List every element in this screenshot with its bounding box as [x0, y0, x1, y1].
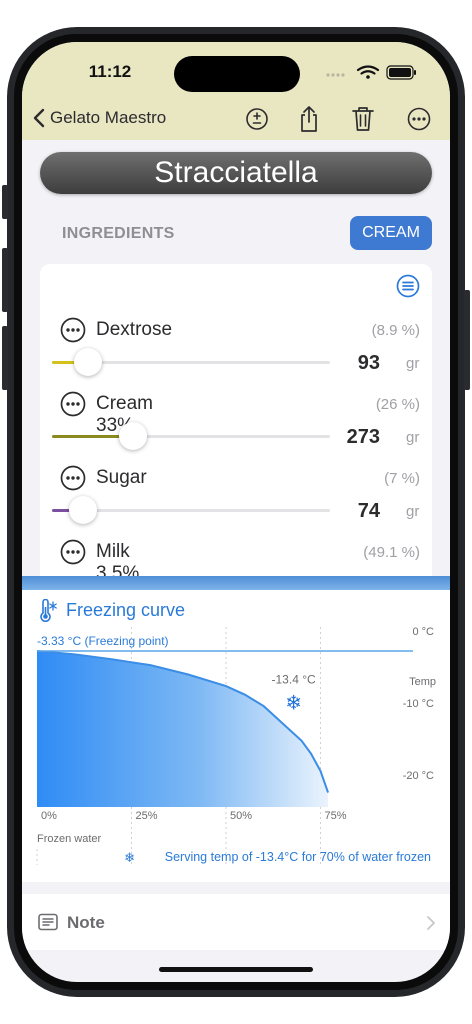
ingredient-name: Dextrose — [96, 319, 173, 340]
ingredient-percent: (7 %) — [384, 470, 420, 487]
wifi-icon — [356, 65, 380, 79]
serving-temp-caption: Serving temp of -13.4°C for 70% of water… — [165, 850, 431, 864]
cream-mode-button[interactable]: CREAM — [350, 216, 432, 250]
ingredient-amount[interactable]: 273 — [310, 426, 380, 449]
ingredient-amount[interactable]: 74 — [310, 500, 380, 523]
ingredient-percent: (26 %) — [375, 396, 420, 413]
plus-minus-button[interactable] — [242, 104, 272, 134]
snowflake-icon: ❄ — [124, 850, 135, 865]
ingredient-percent: (49.1 %) — [363, 544, 420, 561]
x-tick-label: 25% — [136, 810, 158, 822]
ingredient-unit: gr — [406, 429, 420, 446]
silent-switch — [2, 185, 8, 219]
y-tick-label: -10 °C — [403, 698, 434, 710]
power-button — [464, 290, 470, 390]
delete-button[interactable] — [348, 104, 378, 134]
x-tick-label: 0% — [41, 810, 57, 822]
chevron-right-icon — [427, 916, 435, 930]
ingredient-options-icon[interactable] — [60, 317, 86, 343]
ingredient-options-icon[interactable] — [60, 391, 86, 417]
status-icons — [326, 65, 416, 80]
home-indicator — [159, 967, 313, 972]
ingredient-unit: gr — [406, 355, 420, 372]
y-tick-label: -20 °C — [403, 770, 434, 782]
x-tick-label: 75% — [325, 810, 347, 822]
ingredients-heading: INGREDIENTS — [62, 225, 175, 242]
ingredient-amount[interactable]: 93 — [310, 352, 380, 375]
amount-slider-thumb[interactable] — [74, 348, 103, 376]
more-button[interactable] — [404, 104, 434, 134]
share-button[interactable] — [294, 104, 324, 134]
recipe-title[interactable]: Stracciatella — [40, 152, 432, 194]
dynamic-island — [174, 56, 300, 92]
snowflake-marker-icon: ❄ — [285, 692, 302, 714]
status-time: 11:12 — [88, 62, 132, 81]
screen: 11:12 Gelato Maestro Stracciatella INGRE… — [22, 42, 450, 982]
volume-down-button — [2, 326, 8, 390]
note-icon — [38, 913, 58, 931]
recipe-title-text: Stracciatella — [154, 156, 318, 189]
volume-up-button — [2, 248, 8, 312]
note-label: Note — [67, 913, 105, 932]
y-tick-label: 0 °C — [412, 627, 434, 638]
trash-icon — [352, 107, 374, 131]
x-tick-label: 50% — [230, 810, 252, 822]
panel-divider — [22, 576, 450, 590]
amount-slider-thumb[interactable] — [118, 422, 147, 450]
marker-label: -13.4 °C — [272, 672, 316, 686]
ingredient-name: Sugar — [96, 467, 147, 488]
list-menu-icon[interactable] — [396, 274, 420, 298]
x-axis-title: Frozen water — [37, 833, 102, 845]
ingredient-options-icon[interactable] — [60, 465, 86, 491]
plus-minus-icon — [246, 108, 268, 130]
chevron-left-icon — [33, 108, 45, 128]
y-axis-title: Temp — [409, 676, 436, 688]
back-button[interactable]: Gelato Maestro — [32, 106, 166, 130]
amount-slider-thumb[interactable] — [68, 496, 97, 524]
share-icon — [301, 106, 317, 132]
ingredient-percent: (8.9 %) — [371, 322, 420, 339]
freezing-curve-title: Freezing curve — [66, 600, 186, 620]
back-button-label: Gelato Maestro — [50, 108, 167, 127]
freezing-point-label: -3.33 °C (Freezing point) — [37, 634, 169, 648]
ingredient-options-icon[interactable] — [60, 539, 86, 565]
signal-icon — [326, 73, 345, 77]
thermometer-snowflake-icon — [40, 599, 57, 622]
more-icon — [407, 107, 431, 131]
freezing-curve-chart: -3.33 °C (Freezing point) -13.4 °C ❄ Temp 0 … — [36, 627, 436, 865]
battery-icon — [386, 65, 416, 80]
ingredient-unit: gr — [406, 503, 420, 520]
